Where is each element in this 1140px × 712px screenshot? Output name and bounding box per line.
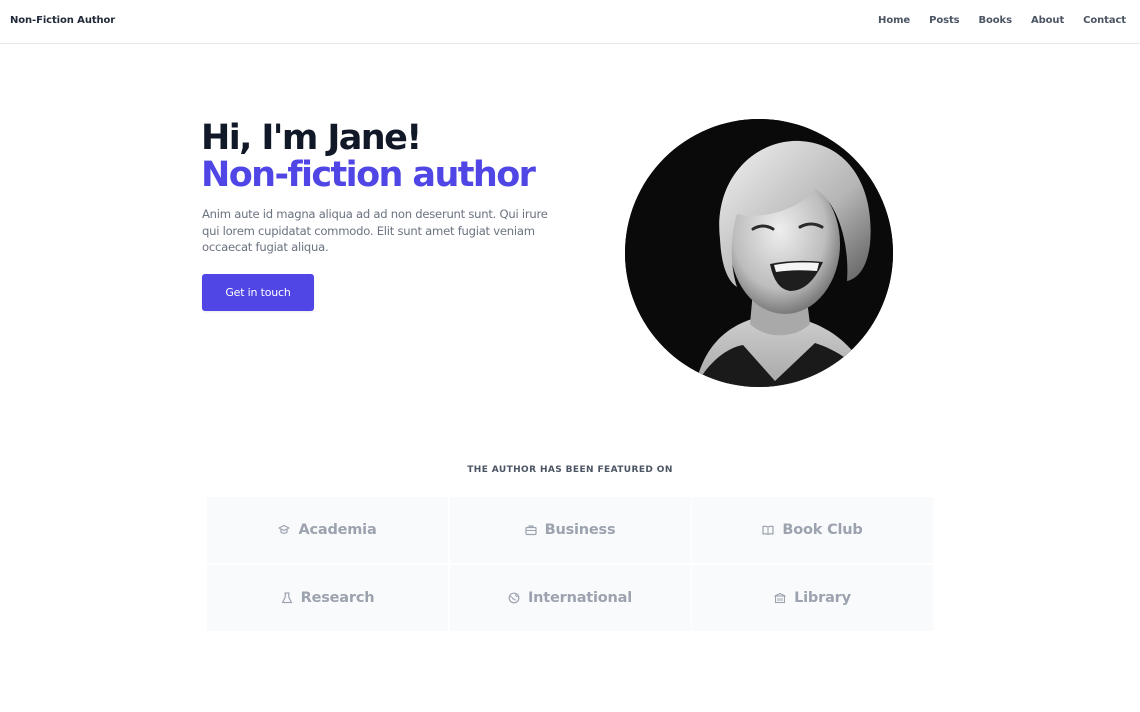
nav-link-home[interactable]: Home: [878, 15, 910, 26]
flask-icon: [281, 592, 293, 604]
get-in-touch-button[interactable]: Get in touch: [202, 274, 314, 311]
building-icon: [774, 592, 786, 604]
featured-heading: THE AUTHOR HAS BEEN FEATURED ON: [467, 465, 673, 475]
featured-grid: Academia Business Book Club Research Int…: [207, 497, 933, 631]
featured-item-research: Research: [207, 565, 448, 631]
nav-link-contact[interactable]: Contact: [1083, 15, 1126, 26]
author-portrait-illustration: [625, 119, 893, 387]
featured-label: Business: [544, 522, 616, 538]
author-portrait: [625, 119, 893, 387]
featured-label: Research: [300, 590, 375, 606]
featured-item-business: Business: [449, 497, 691, 563]
globe-icon: [508, 592, 520, 604]
featured-label: Library: [794, 590, 851, 606]
top-navbar: Non-Fiction Author Home Posts Books Abou…: [0, 0, 1140, 44]
featured-label: International: [527, 590, 633, 606]
nav-link-about[interactable]: About: [1031, 15, 1064, 26]
main-nav: Home Posts Books About Contact: [859, 15, 1126, 26]
open-book-icon: [762, 524, 775, 536]
featured-item-academia: Academia: [207, 497, 448, 563]
nav-link-posts[interactable]: Posts: [929, 15, 959, 26]
hero-role: Non-fiction author: [201, 155, 536, 195]
graduation-cap-icon: [278, 524, 291, 536]
hero-description: Anim aute id magna aliqua ad ad non dese…: [202, 207, 548, 254]
featured-item-library: Library: [692, 565, 933, 631]
site-brand-link[interactable]: Non-Fiction Author: [10, 15, 115, 26]
featured-label: Book Club: [782, 522, 863, 538]
hero-greeting: Hi, I'm Jane!: [201, 118, 422, 158]
nav-link-books[interactable]: Books: [978, 15, 1012, 26]
briefcase-icon: [524, 524, 537, 536]
featured-label: Academia: [298, 522, 377, 538]
featured-item-international: International: [449, 565, 691, 631]
hero-title: Hi, I'm Jane! Non-fiction author: [201, 118, 536, 195]
featured-item-book-club: Book Club: [692, 497, 933, 563]
